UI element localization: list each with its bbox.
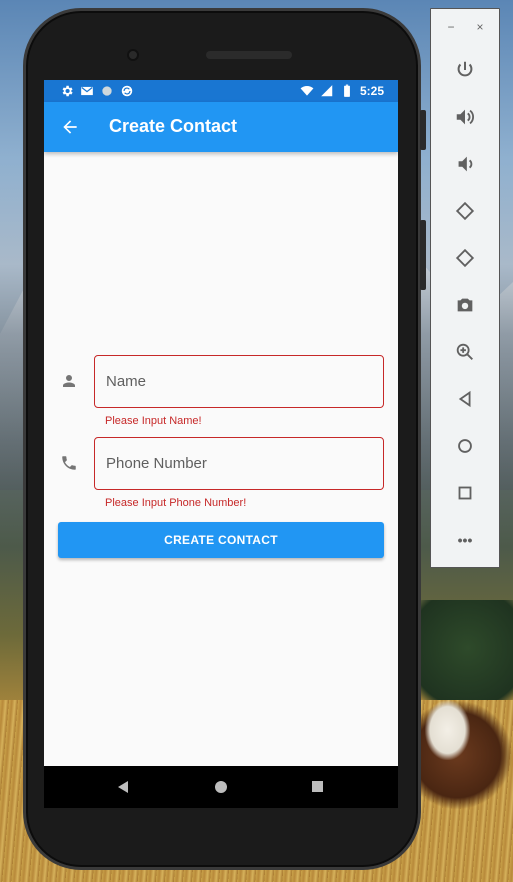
name-input[interactable] xyxy=(95,356,383,407)
phone-icon xyxy=(62,456,76,470)
emulator-overview-button[interactable] xyxy=(452,480,478,506)
status-icons-left xyxy=(60,84,134,98)
name-error-text: Please Input Name! xyxy=(105,415,202,427)
status-time: 5:25 xyxy=(359,84,384,98)
emulator-back-button[interactable] xyxy=(452,386,478,412)
create-contact-button[interactable]: CREATE CONTACT xyxy=(58,522,384,558)
nav-back-button[interactable] xyxy=(118,781,128,793)
nav-home-button[interactable] xyxy=(215,781,227,793)
phone-input[interactable] xyxy=(95,438,383,489)
minimize-button[interactable]: − xyxy=(443,19,459,35)
rotate-left-button[interactable] xyxy=(452,198,478,224)
name-field-row: Please Input Name! xyxy=(44,355,398,435)
power-button[interactable] xyxy=(452,57,478,83)
side-button-volume xyxy=(420,220,426,290)
rotate-right-icon xyxy=(455,248,475,268)
rotate-right-button[interactable] xyxy=(452,245,478,271)
battery-icon xyxy=(344,84,350,97)
front-camera xyxy=(127,49,139,61)
camera-icon xyxy=(457,298,473,312)
app-bar: Create Contact xyxy=(44,102,398,152)
volume-down-icon xyxy=(458,156,473,172)
volume-down-button[interactable] xyxy=(452,151,478,177)
gmail-icon xyxy=(81,86,93,96)
rotate-left-icon xyxy=(455,201,475,221)
wallpaper-horse-patch xyxy=(425,700,470,760)
volume-up-button[interactable] xyxy=(452,104,478,130)
zoom-icon xyxy=(456,343,473,360)
person-icon xyxy=(63,375,75,387)
back-button[interactable] xyxy=(58,115,82,139)
signal-icon xyxy=(321,85,333,97)
screenshot-button[interactable] xyxy=(452,292,478,318)
phone-error-text: Please Input Phone Number! xyxy=(105,497,247,509)
sync-icon xyxy=(121,85,133,97)
volume-up-icon xyxy=(456,109,474,125)
more-icon: ••• xyxy=(457,532,473,548)
status-bar: 5:25 xyxy=(44,80,398,102)
side-button-power xyxy=(420,110,426,150)
name-field[interactable] xyxy=(94,355,384,408)
emulator-home-button[interactable] xyxy=(452,433,478,459)
android-nav-bar xyxy=(44,766,398,808)
circle-icon xyxy=(102,86,112,96)
zoom-button[interactable] xyxy=(452,339,478,365)
status-icons-right: 5:25 xyxy=(300,80,384,102)
phone-screen: 5:25 Create Contact Please Input Name! P… xyxy=(44,80,398,766)
home-icon xyxy=(458,439,472,453)
overview-icon xyxy=(458,486,472,500)
back-icon xyxy=(458,390,471,408)
phone-field[interactable] xyxy=(94,437,384,490)
page-title: Create Contact xyxy=(109,116,238,136)
nav-recents-button[interactable] xyxy=(312,781,323,792)
earpiece-speaker xyxy=(206,51,292,59)
power-icon xyxy=(457,61,473,77)
emulator-window-controls: − × xyxy=(431,19,501,39)
emulator-panel: − × ••• xyxy=(430,8,500,568)
wifi-icon xyxy=(300,86,314,96)
arrow-back-icon xyxy=(63,120,77,134)
more-button[interactable]: ••• xyxy=(452,527,478,553)
close-button[interactable]: × xyxy=(472,19,488,35)
settings-icon xyxy=(62,85,73,97)
phone-field-row: Please Input Phone Number! xyxy=(44,437,398,517)
